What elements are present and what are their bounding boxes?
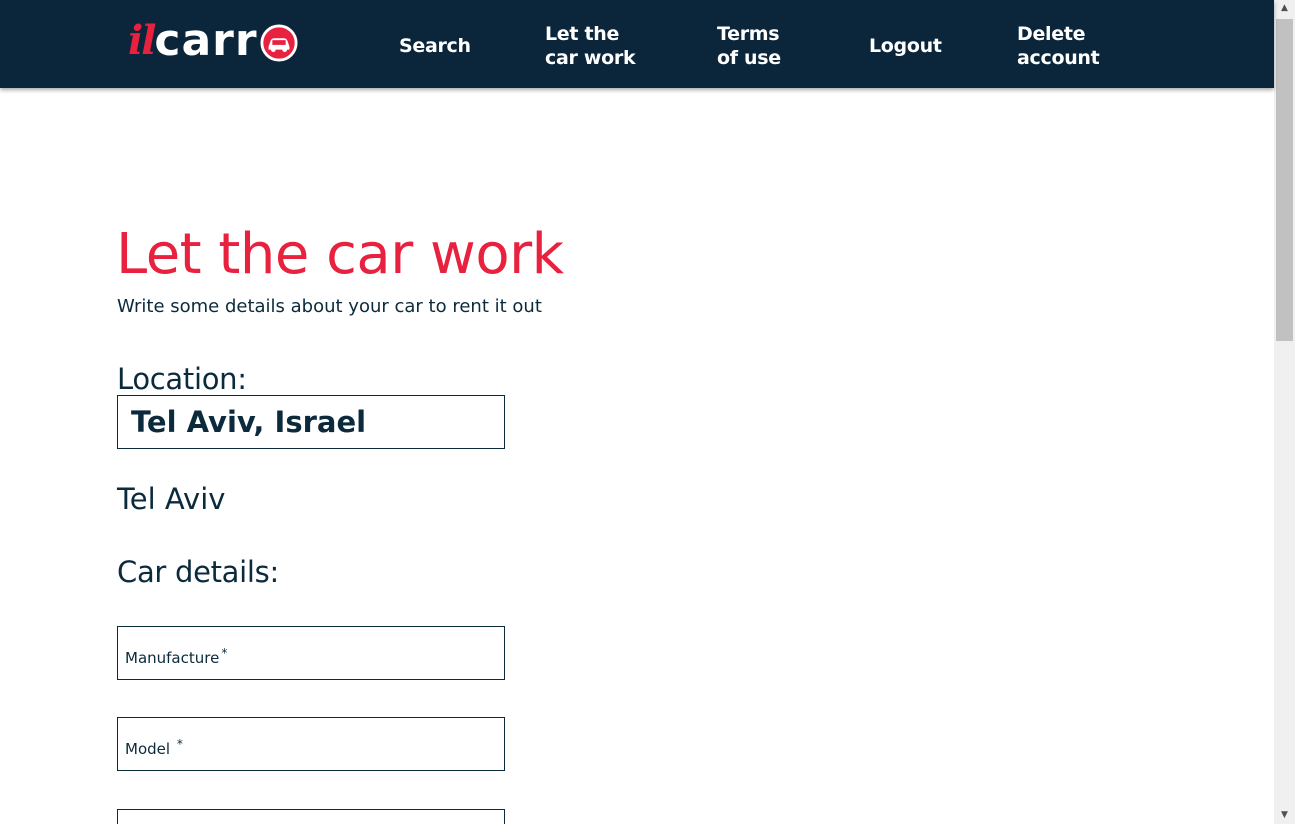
nav-delete-line1: Delete [1017, 23, 1086, 45]
nav-let-car-work-line1: Let the [545, 23, 620, 45]
next-field[interactable] [117, 809, 505, 824]
model-field[interactable]: Model * [117, 717, 505, 771]
manufacture-field-label: Manufacture * [125, 646, 227, 667]
nav-let-car-work[interactable]: Let the car work [545, 22, 636, 70]
manufacture-label-text: Manufacture [125, 649, 220, 667]
scrollbar-thumb[interactable] [1276, 19, 1293, 341]
nav-logout-label: Logout [869, 35, 942, 57]
manufacture-field[interactable]: Manufacture * [117, 626, 505, 680]
car-icon [260, 24, 298, 62]
required-mark: * [221, 646, 228, 660]
nav-terms-line2: of use [717, 47, 781, 69]
nav-search[interactable]: Search [399, 34, 471, 58]
nav-search-label: Search [399, 35, 471, 57]
top-navbar: il carr Search Let the car work Terms of… [0, 0, 1274, 88]
location-input[interactable] [117, 395, 505, 449]
required-mark: * [176, 737, 183, 751]
nav-terms-of-use[interactable]: Terms of use [717, 22, 781, 70]
location-city-text: Tel Aviv [117, 482, 226, 516]
page-title: Let the car work [116, 222, 564, 287]
nav-let-car-work-line2: car work [545, 47, 636, 69]
vertical-scrollbar[interactable]: ▲ ▼ [1274, 0, 1295, 824]
page: il carr Search Let the car work Terms of… [0, 0, 1295, 824]
car-details-label: Car details: [117, 555, 279, 589]
nav-terms-line1: Terms [717, 23, 780, 45]
logo-il-text: il [128, 17, 156, 64]
location-label: Location: [117, 362, 247, 396]
nav-logout[interactable]: Logout [869, 34, 942, 58]
nav-delete-line2: account [1017, 47, 1100, 69]
logo-carr-text: carr [154, 15, 258, 66]
arrow-down-icon[interactable]: ▼ [1274, 807, 1295, 824]
arrow-up-icon[interactable]: ▲ [1274, 0, 1295, 17]
nav-delete-account[interactable]: Delete account [1017, 22, 1100, 70]
model-field-label: Model * [125, 737, 183, 758]
ilcarro-logo[interactable]: il carr [128, 16, 298, 66]
model-label-text: Model [125, 740, 171, 758]
page-subtitle: Write some details about your car to ren… [117, 296, 542, 317]
